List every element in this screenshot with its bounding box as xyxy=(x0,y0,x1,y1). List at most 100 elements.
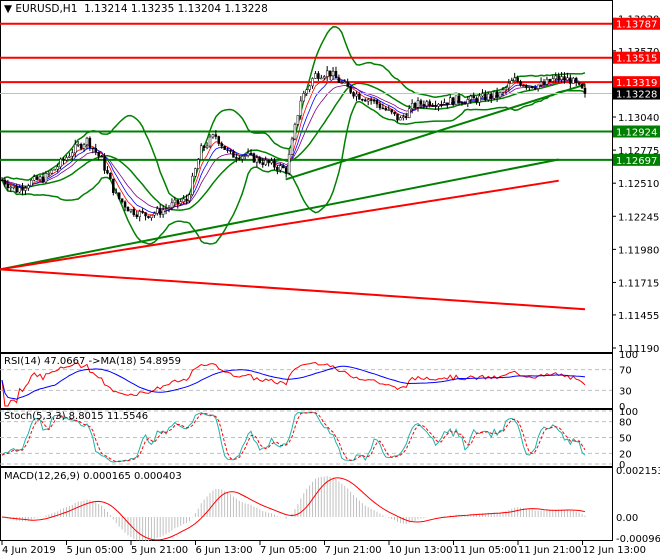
candle-body xyxy=(276,166,279,171)
candle-body xyxy=(358,93,361,100)
candle-body xyxy=(220,143,223,147)
candle-body xyxy=(560,76,563,80)
candle-body xyxy=(106,170,109,174)
collapse-triangle-icon[interactable]: ▼ xyxy=(4,3,12,15)
level-label: 1.13515 xyxy=(616,54,657,65)
candle-body xyxy=(478,95,481,103)
candle-body xyxy=(469,95,472,100)
macd-tick-label: 0.00 xyxy=(616,513,638,524)
candle-body xyxy=(492,91,496,99)
candle-body xyxy=(156,208,159,214)
stoch-tick-label: 20 xyxy=(619,449,632,460)
time-label: 5 Jun 21:00 xyxy=(131,545,188,556)
candle-body xyxy=(94,147,97,153)
candle-body xyxy=(290,138,294,155)
candle-body xyxy=(434,105,437,107)
price-tick-label: 1.12245 xyxy=(618,212,659,223)
macd-tick-label: 0.002153 xyxy=(616,466,660,477)
candle-body xyxy=(396,113,399,121)
candle-body xyxy=(267,159,270,164)
candle-body xyxy=(381,107,385,110)
candle-body xyxy=(340,82,344,84)
candle-body xyxy=(566,77,569,81)
candle-body xyxy=(425,101,429,107)
candle-body xyxy=(88,137,92,149)
candle-body xyxy=(153,213,156,216)
low-price: 1.13204 xyxy=(177,3,222,15)
rsi-tick-label: 70 xyxy=(619,366,632,377)
candle-body xyxy=(0,179,4,182)
candle-body xyxy=(188,194,191,201)
candle-body xyxy=(12,186,15,189)
candle-body xyxy=(583,87,587,94)
candle-body xyxy=(255,157,259,163)
candle-body xyxy=(264,159,267,165)
candle-body xyxy=(548,78,552,82)
candle-body xyxy=(15,186,18,193)
candle-body xyxy=(513,77,516,81)
candle-body xyxy=(173,199,177,204)
candle-body xyxy=(343,81,347,84)
candle-body xyxy=(240,156,244,160)
candle-body xyxy=(422,104,426,107)
candle-body xyxy=(229,149,232,152)
candle-body xyxy=(185,198,188,201)
level-label: 1.12697 xyxy=(616,156,657,167)
bollinger-lower xyxy=(1,89,586,245)
candle-body xyxy=(572,77,575,84)
candle-body xyxy=(100,155,103,158)
candle-body xyxy=(135,214,139,217)
candle-body xyxy=(258,157,262,163)
candle-body xyxy=(202,145,206,148)
green-moving-average xyxy=(0,158,559,271)
candle-body xyxy=(50,169,54,174)
candle-body xyxy=(446,102,449,105)
candle-body xyxy=(217,136,221,144)
candle-body xyxy=(299,100,303,116)
candle-body xyxy=(126,206,130,212)
candle-body xyxy=(249,152,253,155)
candle-body xyxy=(161,209,165,215)
candle-body xyxy=(35,176,39,180)
candle-body xyxy=(577,82,581,85)
macd-label: MACD(12,26,9) 0.000165 0.000403 xyxy=(4,471,182,482)
candle-body xyxy=(281,165,285,169)
candle-body xyxy=(182,198,185,202)
candle-body xyxy=(325,70,329,77)
candle-body xyxy=(522,85,525,87)
candle-body xyxy=(390,109,393,113)
candle-body xyxy=(123,201,127,208)
candle-body xyxy=(475,97,478,103)
candle-body xyxy=(38,176,42,180)
candle-body xyxy=(71,152,74,157)
candle-body xyxy=(211,134,215,138)
chart-window[interactable]: 1.138301.135701.133051.130401.127751.125… xyxy=(0,0,660,560)
high-price: 1.13235 xyxy=(130,3,175,15)
candle-body xyxy=(191,175,194,195)
candle-body xyxy=(416,100,420,108)
candle-body xyxy=(279,165,282,171)
price-tick-label: 1.11455 xyxy=(618,311,659,322)
candle-body xyxy=(378,103,382,109)
time-label: 11 Jun 05:00 xyxy=(454,545,518,556)
candle-body xyxy=(507,82,511,89)
candle-body xyxy=(194,168,197,177)
candle-body xyxy=(393,111,396,115)
candle-body xyxy=(539,81,543,86)
candle-body xyxy=(179,201,182,205)
time-label: 7 Jun 05:00 xyxy=(260,545,317,556)
candle-body xyxy=(519,81,522,86)
candle-body xyxy=(516,77,519,82)
candle-body xyxy=(76,143,80,146)
candle-body xyxy=(21,187,24,191)
candle-body xyxy=(164,208,168,210)
candle-body xyxy=(103,156,106,171)
candle-body xyxy=(138,211,141,217)
candle-body xyxy=(115,192,118,194)
candle-body xyxy=(65,157,68,161)
candle-body xyxy=(419,100,423,105)
candle-body xyxy=(410,103,414,109)
candle-body xyxy=(460,102,464,104)
candle-body xyxy=(223,145,226,150)
candle-body xyxy=(525,85,528,88)
